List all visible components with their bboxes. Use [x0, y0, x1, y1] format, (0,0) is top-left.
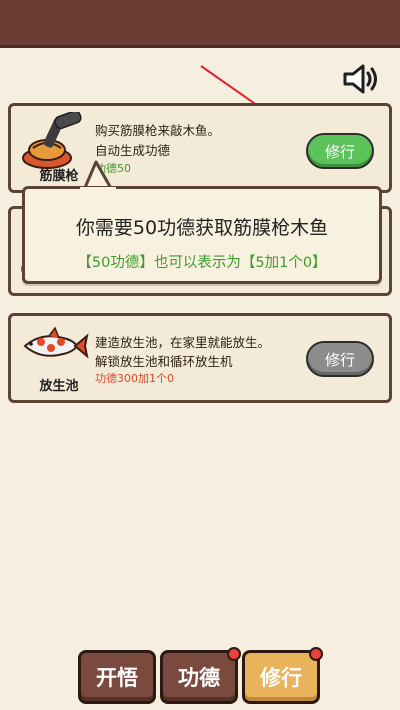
item-description-line-1: 购买筋膜枪来敲木鱼。: [95, 123, 221, 138]
item-cost: 功德300加1个0: [95, 372, 174, 385]
tooltip-title: 你需要50功德获取筋膜枪木鱼: [75, 217, 329, 239]
notification-dot: [309, 647, 323, 661]
upgrade-card-massage-gun: 筋膜枪 购买筋膜枪来敲木鱼。 自动生成功德 功德50 修行: [8, 103, 392, 193]
tab-merit[interactable]: 功德: [160, 647, 241, 704]
tab-label: 修行: [260, 666, 302, 690]
notification-dot: [227, 647, 241, 661]
tab-enlighten[interactable]: 开悟: [78, 650, 156, 704]
practice-button-massage-gun[interactable]: 修行: [306, 133, 374, 169]
koi-fish-image: 放生池: [19, 322, 89, 396]
practice-button-release-pond[interactable]: 修行: [306, 341, 374, 377]
massage-gun-woodfish-image: 筋膜枪: [19, 110, 87, 186]
sound-toggle-button[interactable]: [340, 60, 382, 98]
tooltip-tail-join: [80, 187, 116, 193]
tab-practice[interactable]: 修行: [242, 647, 323, 704]
top-bar: [0, 0, 400, 48]
item-description-line-1: 建造放生池，在家里就能放生。: [95, 335, 271, 350]
item-description-line-2: 自动生成功德: [95, 143, 171, 158]
item-name: 放生池: [39, 379, 79, 394]
upgrade-card-release-pond: 放生池 建造放生池，在家里就能放生。 解锁放生池和循环放生机 功德300加1个0…: [8, 313, 392, 403]
speaker-icon: [343, 64, 377, 94]
bottom-tab-bar: 开悟 功德 修行: [78, 647, 323, 710]
tooltip-hint: 【50功德】也可以表示为【5加1个0】: [77, 255, 327, 271]
item-description-line-2: 解锁放生池和循环放生机: [95, 354, 233, 369]
tab-label: 开悟: [96, 666, 138, 690]
tutorial-tooltip: 你需要50功德获取筋膜枪木鱼 【50功德】也可以表示为【5加1个0】: [22, 186, 382, 284]
tab-label: 功德: [178, 666, 220, 690]
